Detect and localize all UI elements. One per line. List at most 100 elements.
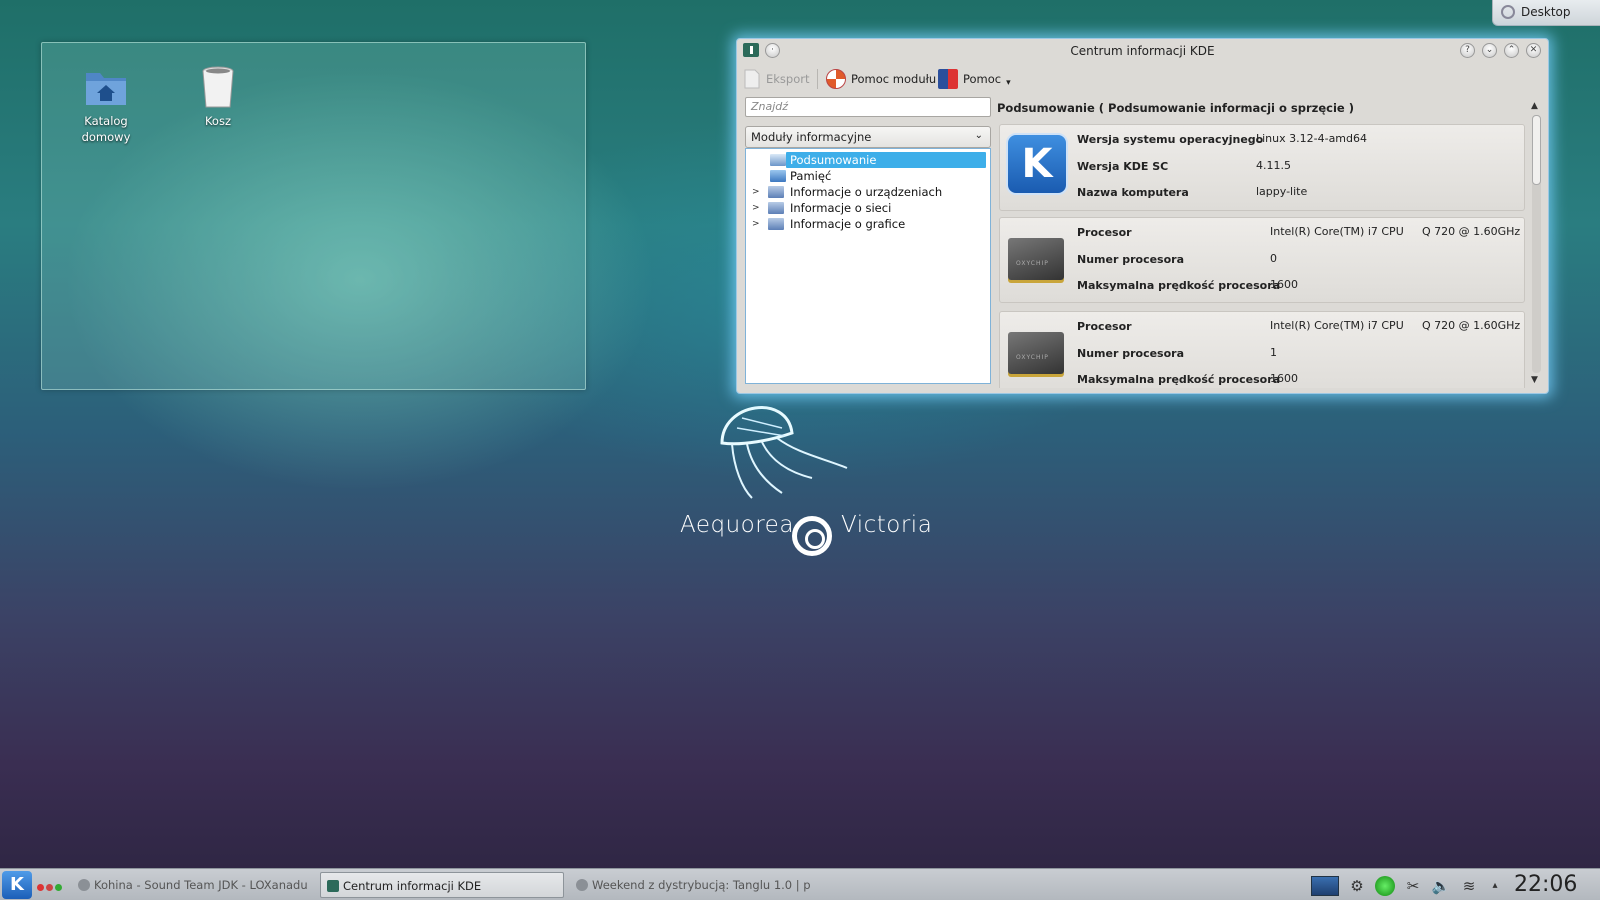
close-icon[interactable]: ✕ — [1526, 43, 1541, 58]
browser-icon — [576, 879, 588, 891]
tray-expand-icon[interactable]: ▴ — [1485, 876, 1505, 896]
cpu-number-label: Numer procesora — [1077, 253, 1185, 266]
expand-arrow-icon[interactable]: > — [752, 216, 760, 232]
lifebuoy-icon — [826, 69, 846, 89]
cpu-speed-value: 1600 — [1270, 278, 1298, 291]
task-label: Weekend z dystrybucją: Tanglu 1.0 | p — [592, 878, 810, 892]
task-item[interactable]: Kohina - Sound Team JDK - LOXanadu — [72, 872, 312, 898]
os-value: Linux 3.12-4-amd64 — [1256, 132, 1367, 145]
help-icon[interactable]: ? — [1460, 43, 1475, 58]
task-item-active[interactable]: Centrum informacji KDE — [320, 872, 564, 898]
taskbar: K Kohina - Sound Team JDK - LOXanadu Cen… — [0, 868, 1600, 900]
toolbar-separator — [817, 69, 818, 89]
page-title: Podsumowanie ( Podsumowanie informacji o… — [997, 101, 1354, 115]
kinfocenter-window[interactable]: · Centrum informacji KDE ? ⌄ ⌃ ✕ Eksport… — [736, 38, 1549, 394]
home-folder-icon — [82, 63, 130, 111]
memory-icon — [770, 170, 786, 182]
cpu-number-value: 1 — [1270, 346, 1277, 359]
network-manager-icon[interactable]: ⚙ — [1347, 876, 1367, 896]
swirl-logo-icon — [792, 516, 832, 556]
cpu-card: OXYCHIP Procesor Intel(R) Core(TM) i7 CP… — [999, 217, 1525, 303]
chevron-down-icon: ▾ — [1006, 78, 1011, 88]
scroll-thumb[interactable] — [1532, 115, 1541, 185]
task-label: Centrum informacji KDE — [343, 879, 482, 893]
export-button[interactable]: Eksport — [743, 67, 810, 91]
module-help-button[interactable]: Pomoc modułu — [826, 67, 936, 91]
summary-content: K Wersja systemu operacyjnego Linux 3.12… — [997, 123, 1525, 388]
module-help-label: Pomoc modułu — [851, 72, 937, 86]
combo-value: Moduły informacyjne — [751, 130, 872, 144]
cpu-chip-icon: OXYCHIP — [1008, 238, 1064, 280]
expand-arrow-icon[interactable]: > — [752, 184, 760, 200]
export-icon — [744, 69, 760, 89]
processor-label: Procesor — [1077, 226, 1132, 239]
folder-icon — [768, 202, 784, 214]
tree-item-graphics[interactable]: > Informacje o grafice — [746, 216, 990, 232]
music-player-icon — [78, 879, 90, 891]
desktop-folder-view[interactable]: Katalog domowy Kosz — [41, 42, 586, 390]
help-book-icon — [938, 69, 958, 89]
processor-label: Procesor — [1077, 320, 1132, 333]
task-item[interactable]: Weekend z dystrybucją: Tanglu 1.0 | p — [570, 872, 810, 898]
task-label: Kohina - Sound Team JDK - LOXanadu — [94, 878, 308, 892]
jellyfish-logo — [720, 406, 848, 499]
tree-item-summary[interactable]: Podsumowanie — [746, 152, 990, 168]
kde-menu-button[interactable]: K — [2, 871, 32, 899]
window-title: Centrum informacji KDE — [1070, 44, 1215, 58]
hostname-value: lappy-lite — [1256, 185, 1308, 198]
desktop-icon-label: Katalog domowy — [81, 114, 131, 144]
processor-model: Q 720 @ 1.60GHz — [1422, 319, 1521, 332]
volume-icon[interactable]: 🔈 — [1431, 876, 1451, 896]
wallpaper-text-left: Aequorea — [680, 512, 794, 538]
desktop-icon-trash[interactable]: Kosz — [178, 63, 258, 129]
wallpaper-text-right: Victoria — [841, 512, 933, 538]
module-tree[interactable]: Podsumowanie Pamięć > Informacje o urząd… — [745, 148, 991, 384]
minimize-icon[interactable]: ⌄ — [1482, 43, 1497, 58]
tree-item-label: Podsumowanie — [786, 152, 986, 168]
module-category-select[interactable]: Moduły informacyjne ⌄ — [745, 126, 991, 148]
help-menu-button[interactable]: Pomoc ▾ — [938, 67, 1011, 91]
system-card: K Wersja systemu operacyjnego Linux 3.12… — [999, 124, 1525, 211]
monitor-icon — [770, 154, 786, 166]
tree-item-label: Informacje o sieci — [790, 201, 892, 215]
desktop-tab-label: Desktop — [1521, 5, 1571, 19]
cpu-speed-value: 1600 — [1270, 372, 1298, 385]
kde-version-label: Wersja KDE SC — [1077, 160, 1169, 173]
klipper-icon[interactable]: ✂ — [1403, 876, 1423, 896]
activity-dots-icon[interactable] — [37, 881, 64, 894]
workspace-pager-icon[interactable] — [1311, 876, 1339, 896]
scroll-up-icon[interactable]: ▲ — [1531, 101, 1538, 111]
tree-item-label: Informacje o grafice — [790, 217, 906, 231]
search-input[interactable]: Znajdź — [745, 97, 991, 117]
desktop-icon-home[interactable]: Katalog domowy — [66, 63, 146, 145]
tree-item-label: Informacje o urządzeniach — [790, 185, 943, 199]
window-titlebar[interactable]: · Centrum informacji KDE ? ⌄ ⌃ ✕ — [737, 39, 1548, 63]
trash-icon — [194, 63, 242, 111]
toolbar: Eksport Pomoc modułu Pomoc ▾ — [737, 63, 1548, 95]
help-menu-label: Pomoc — [963, 72, 1002, 86]
cpu-speed-label: Maksymalna prędkość procesora — [1077, 279, 1281, 292]
tree-item-devices[interactable]: > Informacje o urządzeniach — [746, 184, 990, 200]
kde-logo-icon: K — [1006, 133, 1068, 195]
export-label: Eksport — [766, 72, 810, 86]
tree-item-memory[interactable]: Pamięć — [746, 168, 990, 184]
vertical-scrollbar[interactable]: ▲ ▼ — [1529, 101, 1543, 387]
hostname-label: Nazwa komputera — [1077, 186, 1189, 199]
desktop-activity-button[interactable]: Desktop — [1492, 0, 1600, 26]
clock[interactable]: 22:06 — [1514, 872, 1577, 897]
activity-icon — [1501, 5, 1515, 19]
processor-value: Intel(R) Core(TM) i7 CPU — [1270, 319, 1404, 332]
update-status-icon[interactable] — [1375, 876, 1395, 896]
expand-arrow-icon[interactable]: > — [752, 200, 760, 216]
kinfocenter-icon — [327, 880, 339, 892]
os-label: Wersja systemu operacyjnego — [1077, 133, 1264, 146]
chevron-down-icon: ⌄ — [974, 130, 983, 141]
wifi-icon[interactable]: ≋ — [1459, 876, 1479, 896]
maximize-icon[interactable]: ⌃ — [1504, 43, 1519, 58]
cpu-number-label: Numer procesora — [1077, 347, 1185, 360]
processor-value: Intel(R) Core(TM) i7 CPU — [1270, 225, 1404, 238]
tree-item-label: Pamięć — [790, 169, 832, 183]
cpu-card: OXYCHIP Procesor Intel(R) Core(TM) i7 CP… — [999, 311, 1525, 388]
scroll-down-icon[interactable]: ▼ — [1531, 375, 1538, 385]
tree-item-network[interactable]: > Informacje o sieci — [746, 200, 990, 216]
